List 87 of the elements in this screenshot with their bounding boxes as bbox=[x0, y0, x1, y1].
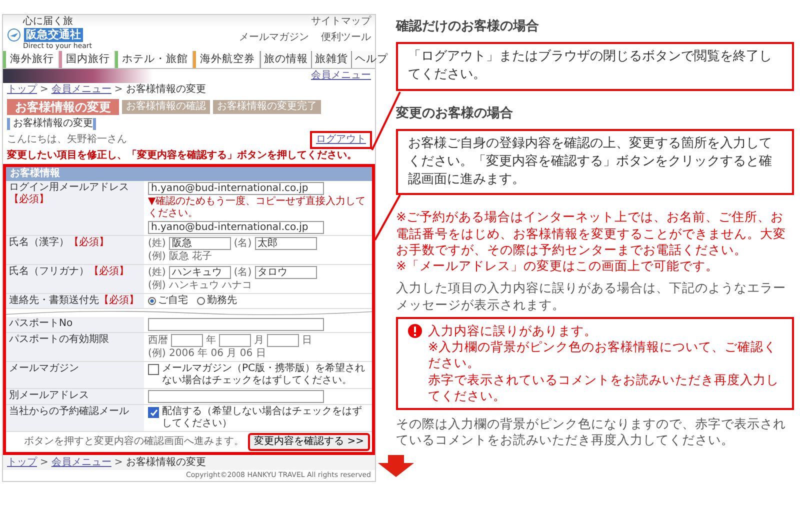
checkbox[interactable] bbox=[148, 407, 159, 418]
nav-tab[interactable]: 国内旅行 bbox=[59, 51, 115, 68]
down-arrow-icon bbox=[378, 454, 414, 477]
callout-text: 「ログアウト」またはブラウザの閉じるボタンで閲覧を終了してください。 bbox=[396, 42, 794, 91]
greeting-text: こんにちは、矢野裕一さん bbox=[7, 134, 127, 146]
breadcrumb-separator: > bbox=[114, 84, 123, 96]
error-line: 赤字で表示されているコメントをお読みいただき再度入力してください。 bbox=[427, 372, 780, 404]
utility-link[interactable]: 便利ツール bbox=[321, 32, 371, 44]
body-text: 入力した項目の入力内容に誤りがある場合は、下記のようなエラーメッセージが表示されます。 bbox=[396, 280, 787, 313]
body-text: その際は入力欄の背景がピンク色になりますので、赤字で表示されているコメントをお読みいただき再度入力してください。 bbox=[396, 416, 787, 449]
logo-tagline: 心に届く旅 bbox=[23, 16, 73, 28]
nav-link[interactable]: 旅の情報 bbox=[260, 51, 311, 68]
section-heading: 変更のお客様の場合 bbox=[396, 104, 514, 123]
field-label: 氏名（漢字）【必須】 bbox=[6, 236, 144, 264]
date-unit: 月 bbox=[254, 334, 264, 347]
nav-tab[interactable]: 海外旅行 bbox=[3, 51, 59, 68]
breadcrumb-current-page: お客様情報の変更 bbox=[126, 457, 206, 470]
date-unit: 日 bbox=[302, 334, 312, 347]
warning-note: ※「メールアドレス」の変更はこの画面上で可能です。 bbox=[396, 258, 720, 274]
nav-tab[interactable]: 海外航空券 bbox=[193, 51, 260, 68]
field-prefix: (名) bbox=[234, 266, 252, 279]
callout-text: お客様ご自身の登録内容を確認の上、変更する箇所を入力してください。「変更内容を確認する」ボタンをクリックすると確認画面に進みます。 bbox=[396, 128, 794, 196]
breadcrumb-link[interactable]: 会員メニュー bbox=[51, 457, 112, 470]
submit-note: ボタンを押すと変更内容の確認画面へ進みます。 bbox=[24, 436, 244, 448]
nav-link[interactable]: ヘルプ bbox=[351, 51, 391, 68]
plane-icon bbox=[7, 28, 21, 42]
field-label: 連絡先・書類送付先【必須】 bbox=[6, 294, 144, 308]
utility-link[interactable]: メールマガジン bbox=[239, 32, 309, 44]
year-field[interactable] bbox=[171, 334, 203, 348]
radio-label: 勤務先 bbox=[207, 295, 237, 308]
name-field[interactable]: 太郎 bbox=[254, 237, 317, 250]
member-menu-link[interactable]: 会員メニュー bbox=[311, 70, 371, 82]
field-prefix: (名) bbox=[234, 238, 252, 250]
error-title: 入力内容に誤りがあります。 bbox=[428, 322, 597, 340]
checkbox-label: メールマガジン（PC版・携帯版）を希望されない場合はチェックをはずしてください。 bbox=[162, 363, 366, 388]
field-label: パスポートの有効期限 bbox=[6, 333, 144, 362]
step-label: お客様情報の変更 bbox=[7, 98, 119, 116]
field-label: 氏名（フリガナ）【必須】 bbox=[6, 265, 144, 294]
date-unit: 年 bbox=[206, 334, 216, 347]
confirm-note: ▼確認のためもう一度、コピーせず直接入力してください。 bbox=[148, 196, 367, 220]
nav-tab[interactable]: ホテル・旅館 bbox=[115, 51, 193, 68]
exclamation-icon bbox=[408, 324, 422, 338]
email-field[interactable]: h.yano@bud-international.co.jp bbox=[148, 182, 324, 196]
field-prefix: (姓) bbox=[148, 238, 166, 250]
sitemap-link[interactable]: サイトマップ bbox=[311, 16, 371, 28]
step-label: お客様情報の確認 bbox=[122, 100, 210, 114]
select-dropdown[interactable] bbox=[267, 334, 299, 348]
logo: 阪急交通社 bbox=[24, 28, 83, 42]
field-prefix: (姓) bbox=[148, 266, 166, 279]
breadcrumb-separator: > bbox=[114, 457, 123, 470]
name-field[interactable]: ハンキュウ bbox=[168, 266, 231, 280]
nav-link[interactable]: 旅雑貨 bbox=[311, 51, 351, 68]
breadcrumb-link[interactable]: トップ bbox=[7, 84, 37, 96]
error-line: ※入力欄の背景がピンク色のお客様情報について、ご確認ください。 bbox=[427, 339, 778, 372]
text-field[interactable] bbox=[148, 318, 324, 332]
radio-label: ご自宅 bbox=[158, 295, 188, 308]
example-text: (例) ハンキュウ ハナコ bbox=[148, 280, 252, 292]
field-label: ログイン用メールアドレス 【必須】 bbox=[6, 181, 144, 236]
form-title: お客様情報 bbox=[6, 167, 372, 182]
checkbox[interactable] bbox=[148, 364, 159, 376]
section-title: お客様情報の変更 bbox=[7, 118, 96, 130]
field-label: メールマガジン bbox=[6, 362, 144, 388]
example-text: (例) 阪急 花子 bbox=[148, 251, 212, 264]
section-heading: 確認だけのお客様の場合 bbox=[396, 18, 540, 36]
example-text: (例) 2006 年 06 月 06 日 bbox=[148, 348, 266, 360]
field-label: 当社からの予約確認メール bbox=[6, 405, 144, 432]
confirm-changes-button[interactable]: 変更内容を確認する >> bbox=[248, 433, 370, 452]
name-field[interactable]: 阪急 bbox=[168, 237, 231, 250]
breadcrumb-separator: > bbox=[40, 457, 48, 470]
email-confirm-field[interactable]: h.yano@bud-international.co.jp bbox=[148, 221, 324, 234]
breadcrumb-current-page: お客様情報の変更 bbox=[126, 84, 206, 96]
breadcrumb-separator: > bbox=[40, 84, 48, 96]
breadcrumb-link[interactable]: トップ bbox=[7, 457, 37, 470]
breadcrumb-link[interactable]: 会員メニュー bbox=[51, 84, 112, 96]
era-label: 西暦 bbox=[148, 334, 168, 347]
step-label: お客様情報の変更完了 bbox=[213, 100, 321, 114]
radio-button[interactable] bbox=[197, 297, 205, 306]
logout-link[interactable]: ログアウト bbox=[310, 131, 372, 150]
field-label: パスポートNo bbox=[6, 317, 144, 332]
instruction-text: 変更したい項目を修正し、「変更内容を確認する」ボタンを押してください。 bbox=[6, 149, 358, 164]
warning-note: ※ご予約がある場合はインターネット上では、お名前、ご住所、お電話番号をはじめ、お客様情報を変更することができません。大変お手数ですが、その際は予約センターまでお電話ください。 bbox=[396, 209, 787, 258]
name-field[interactable]: タロウ bbox=[254, 266, 317, 280]
checkbox-label: 配信する（希望しない場合はチェックをはずしてください） bbox=[162, 406, 363, 430]
field-label: 別メールアドレス bbox=[6, 389, 144, 404]
text-field[interactable] bbox=[148, 390, 324, 404]
select-dropdown[interactable] bbox=[219, 334, 251, 348]
radio-button[interactable] bbox=[148, 297, 156, 306]
